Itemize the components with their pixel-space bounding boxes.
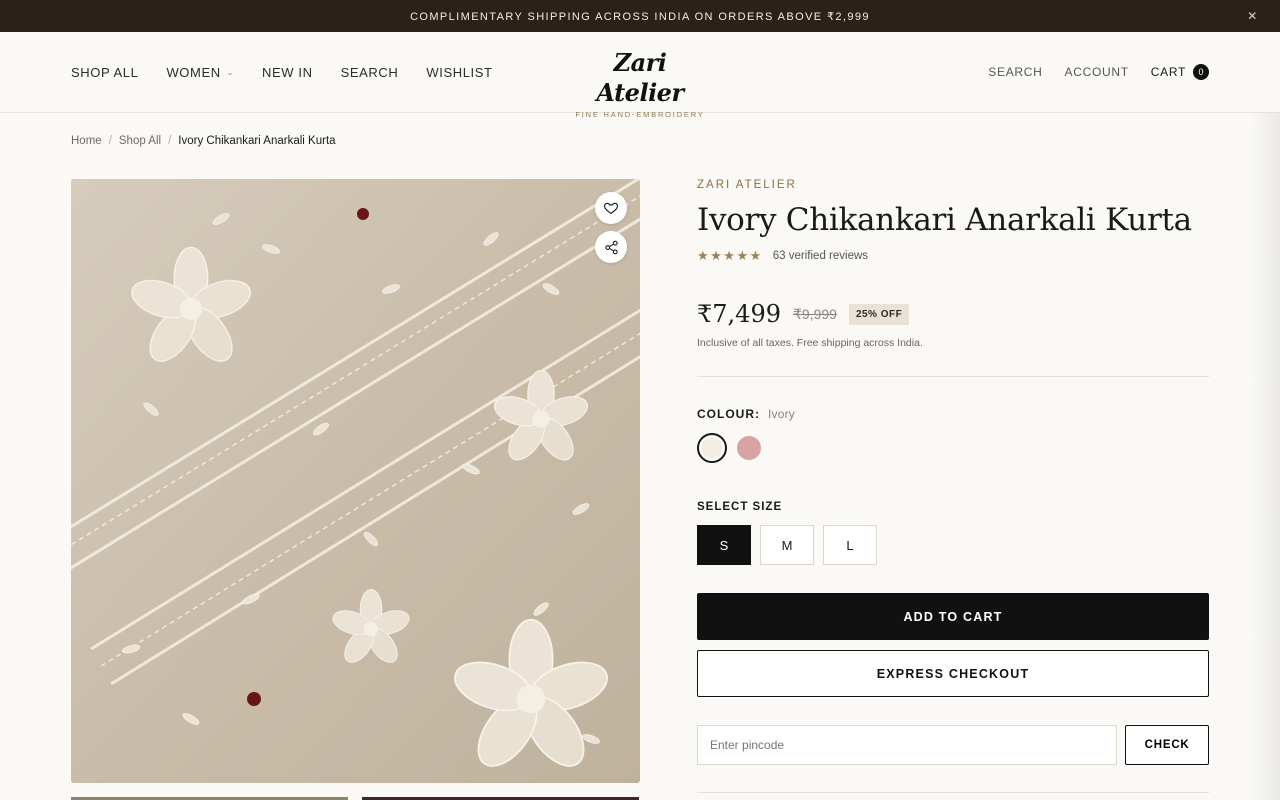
breadcrumb: Home / Shop All / Ivory Chikankari Anark… (71, 135, 336, 147)
announcement-bar: COMPLIMENTARY SHIPPING ACROSS INDIA ON O… (0, 0, 1280, 32)
tax-note: Inclusive of all taxes. Free shipping ac… (697, 337, 923, 349)
nav-label: SHOP ALL (71, 64, 139, 80)
nav-search[interactable]: SEARCH (341, 65, 399, 80)
nav-label: WOMEN (166, 64, 221, 80)
logo-tagline: FINE HAND-EMBROIDERY (575, 110, 705, 119)
cart-count-badge: 0 (1193, 64, 1209, 80)
pincode-input[interactable] (697, 725, 1118, 765)
nav-label: SEARCH (340, 64, 399, 80)
express-checkout-button[interactable]: EXPRESS CHECKOUT (697, 650, 1209, 697)
product-brand[interactable]: ZARI ATELIER (697, 179, 1209, 191)
discount-badge: 25% OFF (848, 303, 910, 325)
pincode-check: CHECK (697, 725, 1209, 765)
add-to-cart-button[interactable]: ADD TO CART (697, 593, 1209, 640)
swatch-rose[interactable] (737, 436, 761, 460)
colour-swatches (697, 433, 1209, 463)
colour-label-row: COLOUR: Ivory (697, 407, 1209, 421)
product-title: Ivory Chikankari Anarkali Kurta (697, 202, 1192, 238)
divider (697, 376, 1209, 377)
nav-shop-all[interactable]: SHOP ALL (71, 65, 138, 80)
utility-nav: SEARCH ACCOUNT CART 0 (988, 32, 1209, 112)
header-search-link[interactable]: SEARCH (988, 65, 1042, 79)
swatch-ivory[interactable] (697, 433, 727, 463)
header-account-link[interactable]: ACCOUNT (1065, 65, 1129, 79)
wishlist-button[interactable] (595, 192, 627, 224)
breadcrumb-shop-all[interactable]: Shop All (119, 135, 161, 147)
nav-women[interactable]: WOMEN ⌄ (166, 65, 234, 80)
divider (697, 792, 1209, 793)
breadcrumb-separator: / (168, 135, 172, 147)
size-options: S M L (697, 525, 1209, 565)
breadcrumb-current: Ivory Chikankari Anarkali Kurta (178, 135, 336, 147)
share-icon (604, 240, 618, 254)
product-info: ZARI ATELIER Ivory Chikankari Anarkali K… (697, 179, 1209, 765)
breadcrumb-home[interactable]: Home (71, 135, 102, 147)
chevron-down-icon: ⌄ (226, 67, 235, 77)
review-count: 63 verified reviews (772, 250, 869, 262)
nav-label: WISHLIST (426, 64, 493, 80)
size-label: SELECT SIZE (697, 501, 783, 513)
nav-wishlist[interactable]: WISHLIST (426, 65, 492, 80)
size-option-m[interactable]: M (760, 525, 814, 565)
close-icon[interactable]: ✕ (1246, 9, 1260, 23)
size-option-s[interactable]: S (697, 525, 751, 565)
product-image[interactable] (71, 179, 640, 783)
size-option-l[interactable]: L (823, 525, 877, 565)
primary-nav: SHOP ALL WOMEN ⌄ NEW IN SEARCH WISHLIST (71, 32, 493, 112)
compare-price: ₹9,999 (792, 305, 837, 322)
logo-wordmark: Zari Atelier (596, 48, 684, 107)
header-cart-link[interactable]: CART 0 (1151, 64, 1209, 80)
share-button[interactable] (595, 231, 627, 263)
breadcrumb-separator: / (108, 135, 112, 147)
check-pincode-button[interactable]: CHECK (1125, 725, 1209, 765)
colour-label: COLOUR: (697, 407, 760, 421)
heart-icon (603, 202, 619, 215)
sale-price: ₹7,499 (697, 300, 781, 328)
brand-logo[interactable]: Zari Atelier FINE HAND-EMBROIDERY (570, 48, 710, 119)
nav-label: NEW IN (262, 64, 313, 80)
site-header: SHOP ALL WOMEN ⌄ NEW IN SEARCH WISHLIST Z… (0, 32, 1280, 119)
colour-value: Ivory (768, 407, 796, 421)
announcement-text: COMPLIMENTARY SHIPPING ACROSS INDIA ON O… (410, 10, 870, 23)
page-edge-shadow (1250, 113, 1280, 800)
rating-stars: ★★★★★ (697, 248, 763, 263)
embroidery-photo (71, 179, 640, 783)
cart-label: CART (1150, 65, 1186, 79)
nav-new-in[interactable]: NEW IN (262, 65, 313, 80)
price-row: ₹7,499 ₹9,999 25% OFF (697, 300, 1209, 328)
product-rating[interactable]: ★★★★★ 63 verified reviews (697, 248, 1209, 264)
